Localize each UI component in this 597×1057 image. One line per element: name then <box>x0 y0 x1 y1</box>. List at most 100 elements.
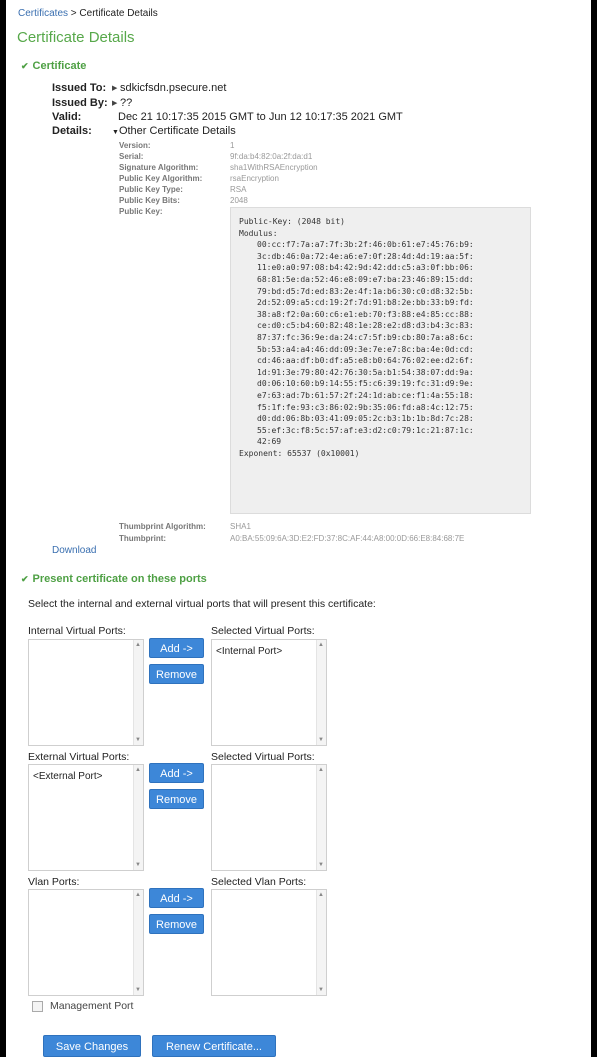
scrollbar[interactable]: ▲ ▼ <box>316 890 326 995</box>
certificate-section-title: Certificate <box>32 60 87 72</box>
selected-vlan-ports-list[interactable]: ▲ ▼ <box>211 889 327 996</box>
caret-right-icon: ▶ <box>112 100 118 107</box>
internal-ports-label: Internal Virtual Ports: <box>28 625 126 637</box>
detail-label: Public Key Type: <box>119 185 183 194</box>
scrollbar[interactable]: ▲ ▼ <box>133 640 143 745</box>
scroll-up-icon[interactable]: ▲ <box>135 767 141 773</box>
modulus-label: Modulus: <box>239 228 278 238</box>
external-ports-list[interactable]: <External Port> ▲ ▼ <box>28 764 144 871</box>
list-item[interactable]: <External Port> <box>29 765 143 788</box>
valid-label: Valid: <box>52 111 82 123</box>
chevron-down-icon: ✔ <box>21 574 29 584</box>
other-details-label: Other Certificate Details <box>118 125 236 137</box>
modulus-line: 87:37:fc:36:9e:da:24:c7:5f:b9:cb:80:7a:a… <box>257 332 474 342</box>
vlan-ports-label: Vlan Ports: <box>28 876 80 888</box>
ports-instruction: Select the internal and external virtual… <box>28 598 376 610</box>
triangle-down-icon: ▼ <box>112 129 119 136</box>
scrollbar[interactable]: ▲ ▼ <box>133 890 143 995</box>
breadcrumb-current: Certificate Details <box>79 8 158 19</box>
detail-label: Public Key Bits: <box>119 196 180 205</box>
scrollbar[interactable]: ▲ ▼ <box>316 765 326 870</box>
detail-value: sha1WithRSAEncryption <box>230 163 318 172</box>
modulus-line: 2d:52:09:a5:cd:19:2f:7d:91:b8:2e:bb:33:b… <box>257 298 474 308</box>
scroll-down-icon[interactable]: ▼ <box>135 737 141 743</box>
detail-label: Signature Algorithm: <box>119 163 199 172</box>
breadcrumb: Certificates > Certificate Details <box>18 8 158 19</box>
detail-value: 9f:da:b4:82:0a:2f:da:d1 <box>230 152 313 161</box>
valid-value: Dec 21 10:17:35 2015 GMT to Jun 12 10:17… <box>118 111 403 123</box>
remove-external-button[interactable]: Remove <box>149 789 204 809</box>
remove-internal-button[interactable]: Remove <box>149 664 204 684</box>
scroll-up-icon[interactable]: ▲ <box>135 642 141 648</box>
scroll-down-icon[interactable]: ▼ <box>318 737 324 743</box>
page-title: Certificate Details <box>17 29 135 46</box>
certificate-section-header[interactable]: ✔ Certificate <box>21 60 86 72</box>
certificate-details-page: Certificates > Certificate Details Certi… <box>6 0 591 1057</box>
modulus-line: d0:dd:06:8b:03:41:09:05:2c:b3:1b:1b:8d:7… <box>257 414 474 424</box>
vlan-ports-list[interactable]: ▲ ▼ <box>28 889 144 996</box>
scrollbar[interactable]: ▲ ▼ <box>316 640 326 745</box>
breadcrumb-certificates-link[interactable]: Certificates <box>18 8 68 19</box>
add-internal-button[interactable]: Add -> <box>149 638 204 658</box>
scroll-up-icon[interactable]: ▲ <box>318 642 324 648</box>
selected-internal-ports-list[interactable]: <Internal Port> ▲ ▼ <box>211 639 327 746</box>
modulus-line: 55:ef:3c:f8:5c:57:af:e3:d2:c0:79:1c:21:8… <box>257 425 474 435</box>
download-link[interactable]: Download <box>52 545 96 556</box>
public-key-box: Public-Key: (2048 bit) Modulus: 00:cc:f7… <box>230 207 531 514</box>
thumbprint-algorithm-value: SHA1 <box>230 522 251 531</box>
list-item[interactable]: <Internal Port> <box>212 640 326 663</box>
modulus-line: 79:bd:d5:7d:ed:83:2e:4f:1a:b6:30:c0:d8:3… <box>257 286 474 296</box>
selected-virtual-ports-label: Selected Virtual Ports: <box>211 751 315 763</box>
selected-virtual-ports-label: Selected Virtual Ports: <box>211 625 315 637</box>
issued-by-value: ?? <box>120 97 133 109</box>
other-details-toggle[interactable]: ▼Other Certificate Details <box>112 125 236 137</box>
modulus-line: f5:1f:fe:93:c3:86:02:9b:35:06:fd:a8:4c:1… <box>257 402 474 412</box>
scroll-down-icon[interactable]: ▼ <box>318 987 324 993</box>
modulus-line: 11:e0:a0:97:08:b4:42:9d:42:dd:c5:a3:0f:b… <box>257 263 474 273</box>
caret-right-icon: ▶ <box>112 85 118 92</box>
renew-certificate-button[interactable]: Renew Certificate... <box>152 1035 276 1057</box>
modulus-line: 1d:91:3e:79:80:42:76:30:5a:b1:54:38:07:d… <box>257 367 474 377</box>
issued-to-value: sdkicfsdn.psecure.net <box>120 82 227 94</box>
detail-label: Serial: <box>119 152 144 161</box>
detail-value: RSA <box>230 185 247 194</box>
modulus-line: e7:63:ad:7b:61:57:2f:24:1d:ab:ce:f1:4a:5… <box>257 390 474 400</box>
modulus-line: 38:a8:f2:0a:60:c6:e1:eb:70:f3:88:e4:85:c… <box>257 309 474 319</box>
issued-to-label: Issued To: <box>52 82 107 94</box>
scroll-up-icon[interactable]: ▲ <box>318 767 324 773</box>
scroll-down-icon[interactable]: ▼ <box>318 862 324 868</box>
detail-value: rsaEncryption <box>230 174 279 183</box>
details-label: Details: <box>52 125 92 137</box>
thumbprint-value: A0:BA:55:09:6A:3D:E2:FD:37:8C:AF:44:A8:0… <box>230 534 465 543</box>
detail-value: 1 <box>230 141 235 150</box>
modulus-line: 3c:db:46:0a:72:4e:a6:e7:0f:28:4d:4d:19:a… <box>257 251 474 261</box>
modulus-line: 42:69 <box>257 437 282 447</box>
scroll-up-icon[interactable]: ▲ <box>135 892 141 898</box>
selected-vlan-ports-label: Selected Vlan Ports: <box>211 876 307 888</box>
public-key-header: Public-Key: (2048 bit) <box>239 217 345 226</box>
detail-label: Public Key Algorithm: <box>119 174 203 183</box>
scrollbar[interactable]: ▲ ▼ <box>133 765 143 870</box>
modulus-line: 68:81:5e:da:52:46:e8:09:e7:ba:23:46:89:1… <box>257 274 474 284</box>
ports-section-header[interactable]: ✔ Present certificate on these ports <box>21 573 207 585</box>
save-changes-button[interactable]: Save Changes <box>43 1035 141 1057</box>
add-vlan-button[interactable]: Add -> <box>149 888 204 908</box>
modulus-line: 00:cc:f7:7a:a7:7f:3b:2f:46:0b:61:e7:45:7… <box>257 240 474 250</box>
scroll-down-icon[interactable]: ▼ <box>135 987 141 993</box>
external-ports-label: External Virtual Ports: <box>28 751 130 763</box>
internal-ports-list[interactable]: ▲ ▼ <box>28 639 144 746</box>
add-external-button[interactable]: Add -> <box>149 763 204 783</box>
detail-value: 2048 <box>230 196 248 205</box>
modulus-line: ce:d0:c5:b4:60:82:48:1e:28:e2:d8:d3:b4:3… <box>257 321 474 331</box>
scroll-up-icon[interactable]: ▲ <box>318 892 324 898</box>
breadcrumb-separator: > <box>70 8 77 19</box>
management-port-checkbox[interactable] <box>32 1001 43 1012</box>
detail-label: Version: <box>119 141 151 150</box>
exponent-line: Exponent: 65537 (0x10001) <box>239 448 360 458</box>
selected-external-ports-list[interactable]: ▲ ▼ <box>211 764 327 871</box>
scroll-down-icon[interactable]: ▼ <box>135 862 141 868</box>
remove-vlan-button[interactable]: Remove <box>149 914 204 934</box>
chevron-down-icon: ✔ <box>21 61 29 71</box>
thumbprint-label: Thumbprint: <box>119 534 167 543</box>
detail-label: Public Key: <box>119 207 163 216</box>
